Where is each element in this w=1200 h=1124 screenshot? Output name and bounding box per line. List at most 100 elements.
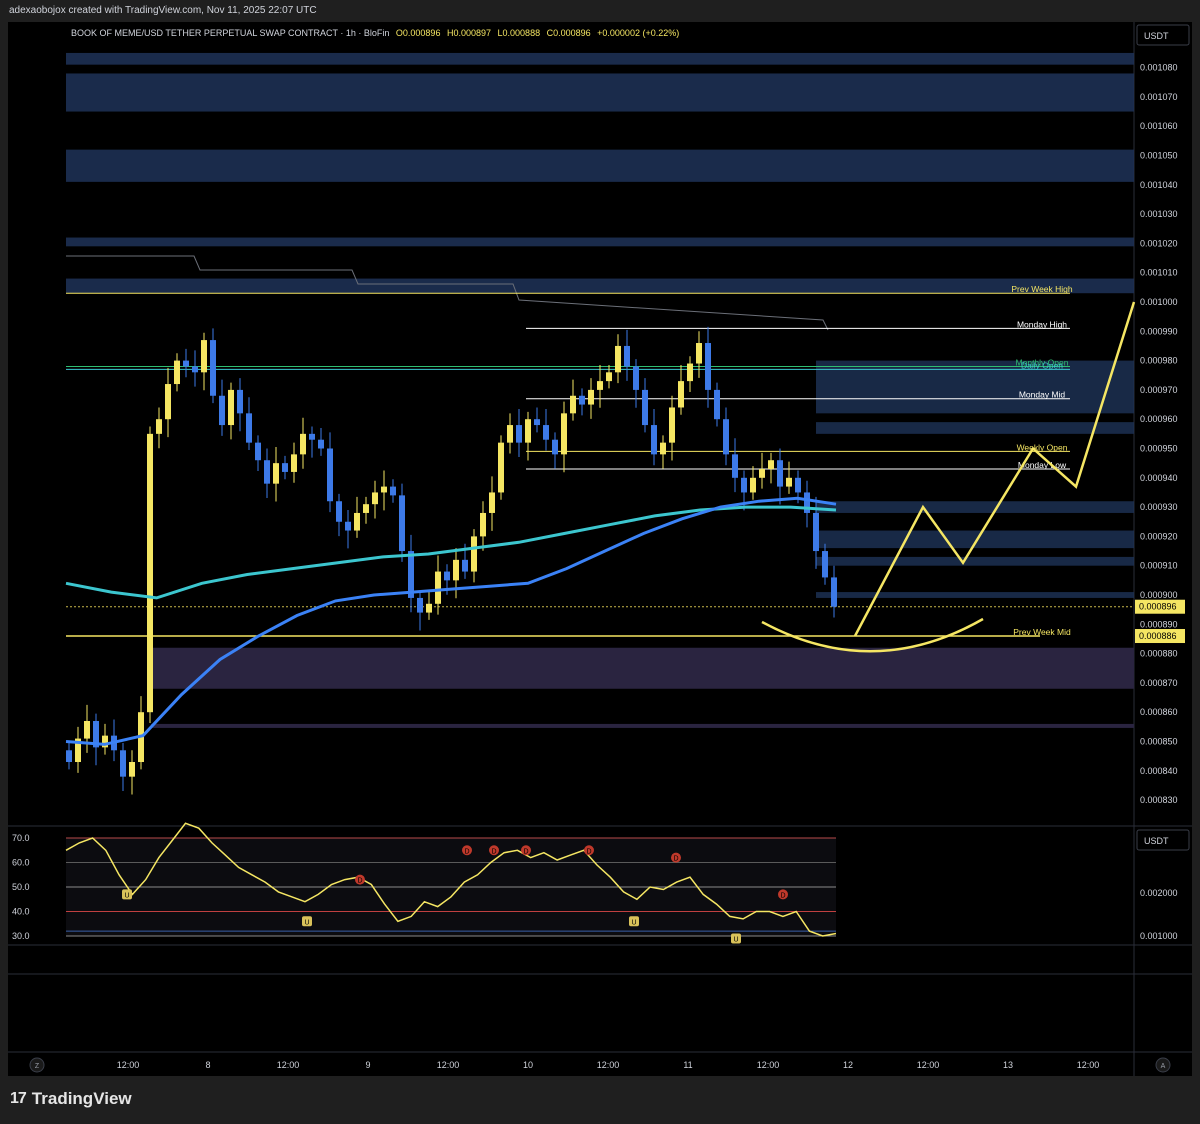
candle-body-40 — [426, 603, 432, 613]
candle-body-22 — [264, 460, 270, 484]
candle-body-82 — [804, 492, 810, 513]
candle-body-52 — [534, 419, 540, 426]
candle-body-79 — [777, 460, 783, 487]
rsi-marker-text-5: D — [673, 856, 678, 863]
rsi-right-tick-0: 0.002000 — [1140, 888, 1178, 898]
candle-body-59 — [597, 381, 603, 390]
candle-body-0 — [66, 750, 72, 763]
candle-body-32 — [354, 512, 360, 531]
candle-body-56 — [570, 395, 576, 414]
price-tick-17: 0.000910 — [1140, 561, 1178, 571]
axis-button-text-0: Z — [35, 1063, 40, 1070]
rsi-marker-text-7: U — [124, 892, 129, 899]
price-tick-20: 0.000880 — [1140, 649, 1178, 659]
candle-body-67 — [669, 407, 675, 443]
candle-body-69 — [687, 363, 693, 382]
candle-body-48 — [498, 442, 504, 493]
level-label-0: Prev Week High — [1011, 284, 1073, 294]
candle-body-64 — [642, 389, 648, 426]
candle-body-19 — [237, 389, 243, 414]
candle-body-18 — [228, 389, 234, 426]
candle-body-51 — [525, 419, 531, 443]
candle-body-43 — [453, 559, 459, 581]
candle-body-50 — [516, 425, 522, 443]
time-label-12: 12:00 — [1077, 1060, 1100, 1070]
price-tick-22: 0.000860 — [1140, 707, 1178, 717]
header-legend: BOOK OF MEME/USD TETHER PERPETUAL SWAP C… — [71, 28, 679, 38]
level-label-1: Monday High — [1017, 319, 1067, 329]
candle-body-54 — [552, 439, 558, 455]
candle-body-23 — [273, 463, 279, 484]
right-zone-4 — [816, 556, 1134, 566]
level-label-3: Daily Open — [1021, 360, 1063, 370]
candle-body-6 — [120, 750, 126, 777]
zone-2 — [66, 149, 1134, 182]
time-label-4: 12:00 — [437, 1060, 460, 1070]
time-label-3: 9 — [365, 1060, 370, 1070]
candle-body-77 — [759, 469, 765, 478]
chart-svg[interactable]: Prev Week HighMonday HighMonthly OpenDai… — [8, 22, 1192, 1076]
candle-body-45 — [471, 536, 477, 572]
candle-body-57 — [579, 395, 585, 405]
candle-body-71 — [705, 343, 711, 390]
rsi-marker-text-10: U — [733, 936, 738, 943]
price-tick-9: 0.000990 — [1140, 326, 1178, 336]
tradingview-wordmark: TradingView — [31, 1089, 132, 1108]
candle-body-37 — [399, 495, 405, 552]
price-badge-text-0: 0.000896 — [1139, 602, 1177, 612]
candle-body-36 — [390, 486, 396, 496]
candle-body-41 — [435, 571, 441, 604]
price-tick-24: 0.000840 — [1140, 766, 1178, 776]
candle-body-76 — [750, 477, 756, 493]
header-change: +0.000002 (+0.22%) — [597, 28, 679, 38]
rsi-tick-2: 50.0 — [12, 882, 30, 892]
candle-body-20 — [246, 413, 252, 443]
price-tick-5: 0.001030 — [1140, 209, 1178, 219]
price-tick-8: 0.001000 — [1140, 297, 1178, 307]
zone-4 — [66, 278, 1134, 294]
header-open: O0.000896 — [396, 28, 441, 38]
candle-body-62 — [624, 345, 630, 367]
rsi-tick-4: 30.0 — [12, 931, 30, 941]
right-zone-0 — [816, 360, 1134, 414]
rsi-tick-1: 60.0 — [12, 858, 30, 868]
candle-body-24 — [282, 463, 288, 472]
rsi-marker-text-9: U — [631, 919, 636, 926]
candle-body-7 — [129, 762, 135, 777]
candle-body-68 — [678, 381, 684, 408]
candle-body-13 — [183, 360, 189, 367]
rsi-marker-text-4: D — [586, 848, 591, 855]
time-label-7: 11 — [683, 1060, 692, 1070]
candle-body-14 — [192, 366, 198, 373]
time-label-8: 12:00 — [757, 1060, 780, 1070]
candle-body-53 — [543, 425, 549, 440]
candle-body-66 — [660, 442, 666, 455]
right-zone-1 — [816, 422, 1134, 434]
rsi-marker-text-1: D — [464, 848, 469, 855]
candle-body-72 — [714, 389, 720, 420]
rsi-tick-3: 40.0 — [12, 907, 30, 917]
price-tick-4: 0.001040 — [1140, 180, 1178, 190]
candle-body-34 — [372, 492, 378, 505]
price-tick-10: 0.000980 — [1140, 356, 1178, 366]
candle-body-78 — [768, 460, 774, 470]
zone-1 — [66, 73, 1134, 112]
right-zone-2 — [816, 501, 1134, 513]
candle-body-16 — [210, 340, 216, 396]
candle-body-83 — [813, 512, 819, 552]
price-tick-2: 0.001060 — [1140, 121, 1178, 131]
candle-body-70 — [696, 343, 702, 364]
price-tick-16: 0.000920 — [1140, 531, 1178, 541]
candle-body-9 — [147, 433, 153, 713]
candle-body-28 — [318, 439, 324, 449]
candle-body-29 — [327, 448, 333, 502]
tradingview-brand: 17 TradingView — [10, 1089, 132, 1109]
candle-body-15 — [201, 340, 207, 373]
price-tick-0: 0.001080 — [1140, 63, 1178, 73]
rsi-currency-label: USDT — [1144, 836, 1169, 846]
candle-body-12 — [174, 360, 180, 385]
chart-credit: adexaobojox created with TradingView.com… — [9, 5, 317, 16]
level-label-5: Weekly Open — [1017, 442, 1068, 452]
price-badge-text-1: 0.000886 — [1139, 631, 1177, 641]
price-tick-18: 0.000900 — [1140, 590, 1178, 600]
